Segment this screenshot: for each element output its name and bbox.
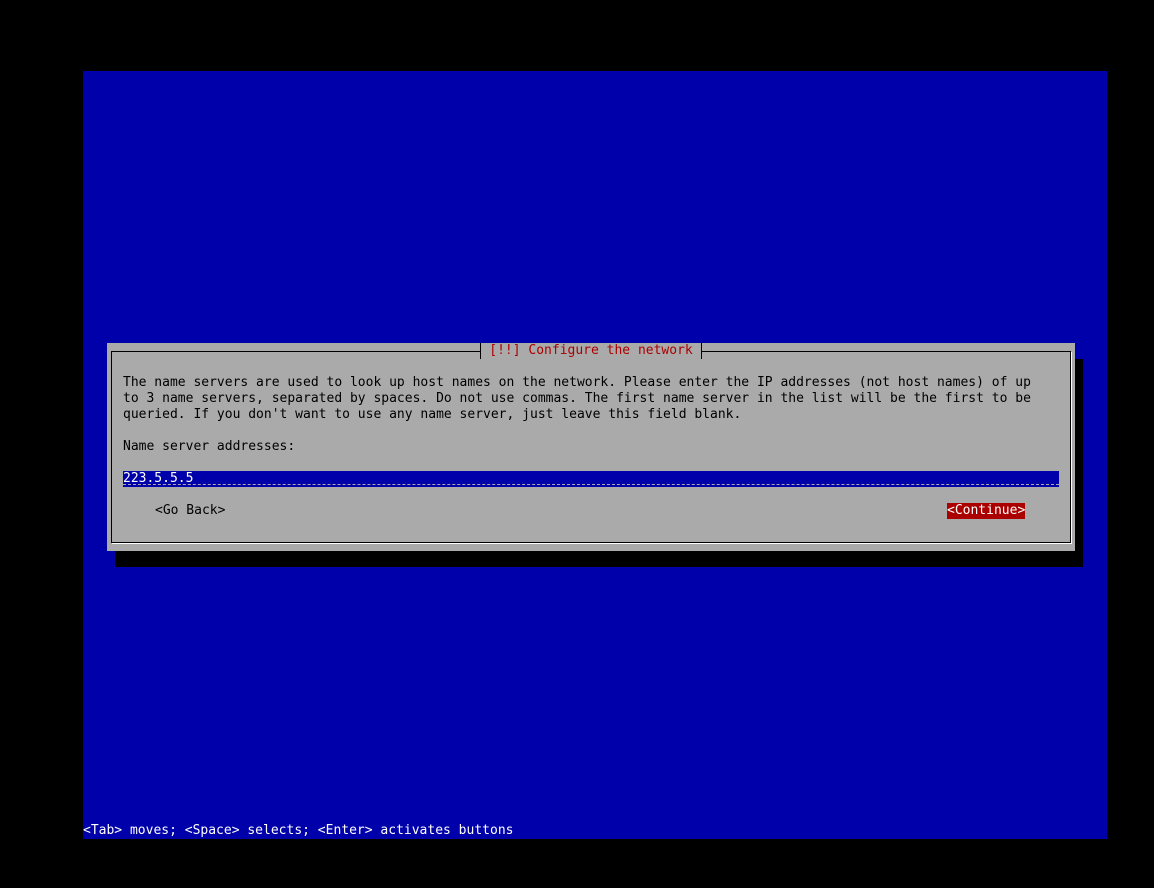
go-back-button[interactable]: <Go Back> xyxy=(155,503,225,519)
continue-button[interactable]: <Continue> xyxy=(947,503,1026,519)
description-line-3: queried. If you don't want to use any na… xyxy=(123,407,742,422)
configure-network-dialog: [!!] Configure the network The name serv… xyxy=(107,343,1075,551)
help-status-bar: <Tab> moves; <Space> selects; <Enter> ac… xyxy=(83,823,514,838)
name-server-input[interactable]: 223.5.5.5 xyxy=(123,471,1059,487)
dialog-title: [!!] Configure the network xyxy=(480,343,702,359)
input-underline-fill xyxy=(123,484,1059,485)
name-server-input-value: 223.5.5.5 xyxy=(123,471,194,486)
description-line-1: The name servers are used to look up hos… xyxy=(123,375,1031,390)
description-line-2: to 3 name servers, separated by spaces. … xyxy=(123,391,1031,406)
name-server-label: Name server addresses: xyxy=(123,439,296,454)
dialog-title-bar: [!!] Configure the network xyxy=(107,343,1075,359)
installer-screen: [!!] Configure the network The name serv… xyxy=(83,71,1107,839)
dialog-description: The name servers are used to look up hos… xyxy=(123,375,1059,423)
